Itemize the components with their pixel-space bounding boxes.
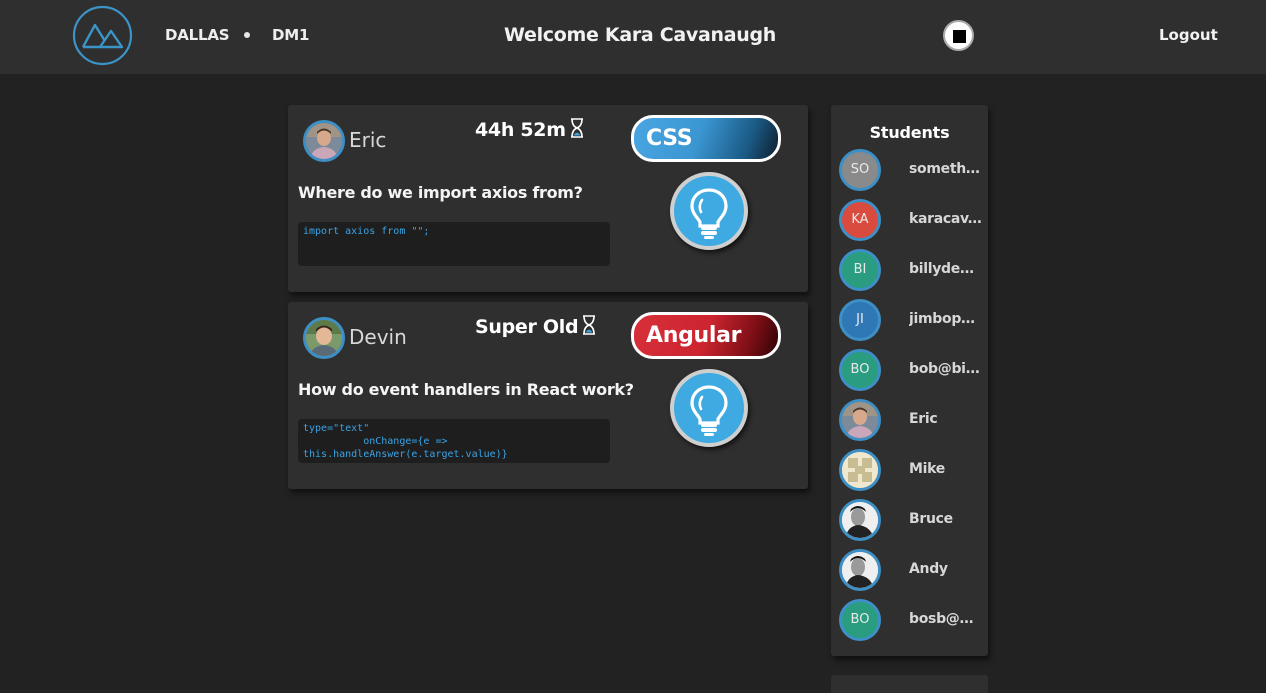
student-name: bosb@bi... [909, 611, 982, 627]
student-item[interactable]: Mike [839, 449, 984, 491]
student-name: billydean... [909, 261, 982, 277]
student-item[interactable]: Andy [839, 549, 984, 591]
stop-icon [953, 30, 966, 43]
student-item[interactable]: JI jimbopa... [839, 299, 984, 341]
student-name: Eric [909, 411, 938, 427]
student-item[interactable]: BO bosb@bi... [839, 599, 984, 641]
student-item[interactable]: Eric [839, 399, 984, 441]
lightbulb-icon [690, 188, 728, 239]
code-snippet: type="text" onChange={e => this.handleAn… [298, 419, 610, 463]
avatar: SO [839, 149, 881, 191]
avatar [839, 399, 881, 441]
campus-link[interactable]: DALLAS [165, 26, 230, 44]
student-name: somethin... [909, 161, 982, 177]
avatar [303, 317, 345, 359]
avatar: JI [839, 299, 881, 341]
avatar: BO [839, 349, 881, 391]
student-name: Andy [909, 561, 948, 577]
author-name: Devin [349, 325, 407, 349]
student-name: jimbopa... [909, 311, 982, 327]
student-name: karacav... [909, 211, 982, 227]
question-card: Eric 44h 52m CSS Where do we import axio… [288, 105, 808, 292]
secondary-panel [831, 675, 988, 693]
avatar [839, 449, 881, 491]
timer-text: Super Old [475, 316, 579, 338]
student-name: Mike [909, 461, 945, 477]
student-name: Bruce [909, 511, 953, 527]
avatar: KA [839, 199, 881, 241]
welcome-message: Welcome Kara Cavanaugh [504, 24, 777, 46]
students-panel: Students SO somethin... KA karacav... BI… [831, 105, 988, 656]
hourglass-icon [569, 118, 585, 143]
wait-timer: Super Old [475, 315, 597, 340]
avatar [839, 549, 881, 591]
nav-separator-dot [244, 32, 250, 38]
avatar [839, 499, 881, 541]
question-text: How do event handlers in React work? [298, 380, 634, 399]
question-card: Devin Super Old Angular How do event han… [288, 302, 808, 489]
topic-tag[interactable]: CSS [631, 115, 781, 162]
cohort-link[interactable]: DM1 [272, 26, 309, 44]
students-title: Students [869, 123, 950, 142]
hourglass-icon [581, 315, 597, 340]
student-name: bob@bill... [909, 361, 982, 377]
author-name: Eric [349, 128, 387, 152]
lightbulb-icon [690, 385, 728, 436]
code-snippet: import axios from ""; [298, 222, 610, 266]
student-item[interactable]: BO bob@bill... [839, 349, 984, 391]
student-item[interactable]: SO somethin... [839, 149, 984, 191]
top-nav-bar: DALLAS DM1 Welcome Kara Cavanaugh Logout [0, 0, 1266, 74]
avatar: BO [839, 599, 881, 641]
student-item[interactable]: BI billydean... [839, 249, 984, 291]
logo-icon[interactable] [72, 5, 133, 66]
stop-button[interactable] [943, 20, 974, 51]
avatar: BI [839, 249, 881, 291]
question-text: Where do we import axios from? [298, 183, 583, 202]
student-item[interactable]: Bruce [839, 499, 984, 541]
wait-timer: 44h 52m [475, 118, 585, 143]
claim-question-button[interactable] [670, 172, 748, 250]
logout-button[interactable]: Logout [1159, 26, 1218, 44]
avatar [303, 120, 345, 162]
student-item[interactable]: KA karacav... [839, 199, 984, 241]
timer-text: 44h 52m [475, 119, 566, 141]
topic-tag[interactable]: Angular [631, 312, 781, 359]
claim-question-button[interactable] [670, 369, 748, 447]
